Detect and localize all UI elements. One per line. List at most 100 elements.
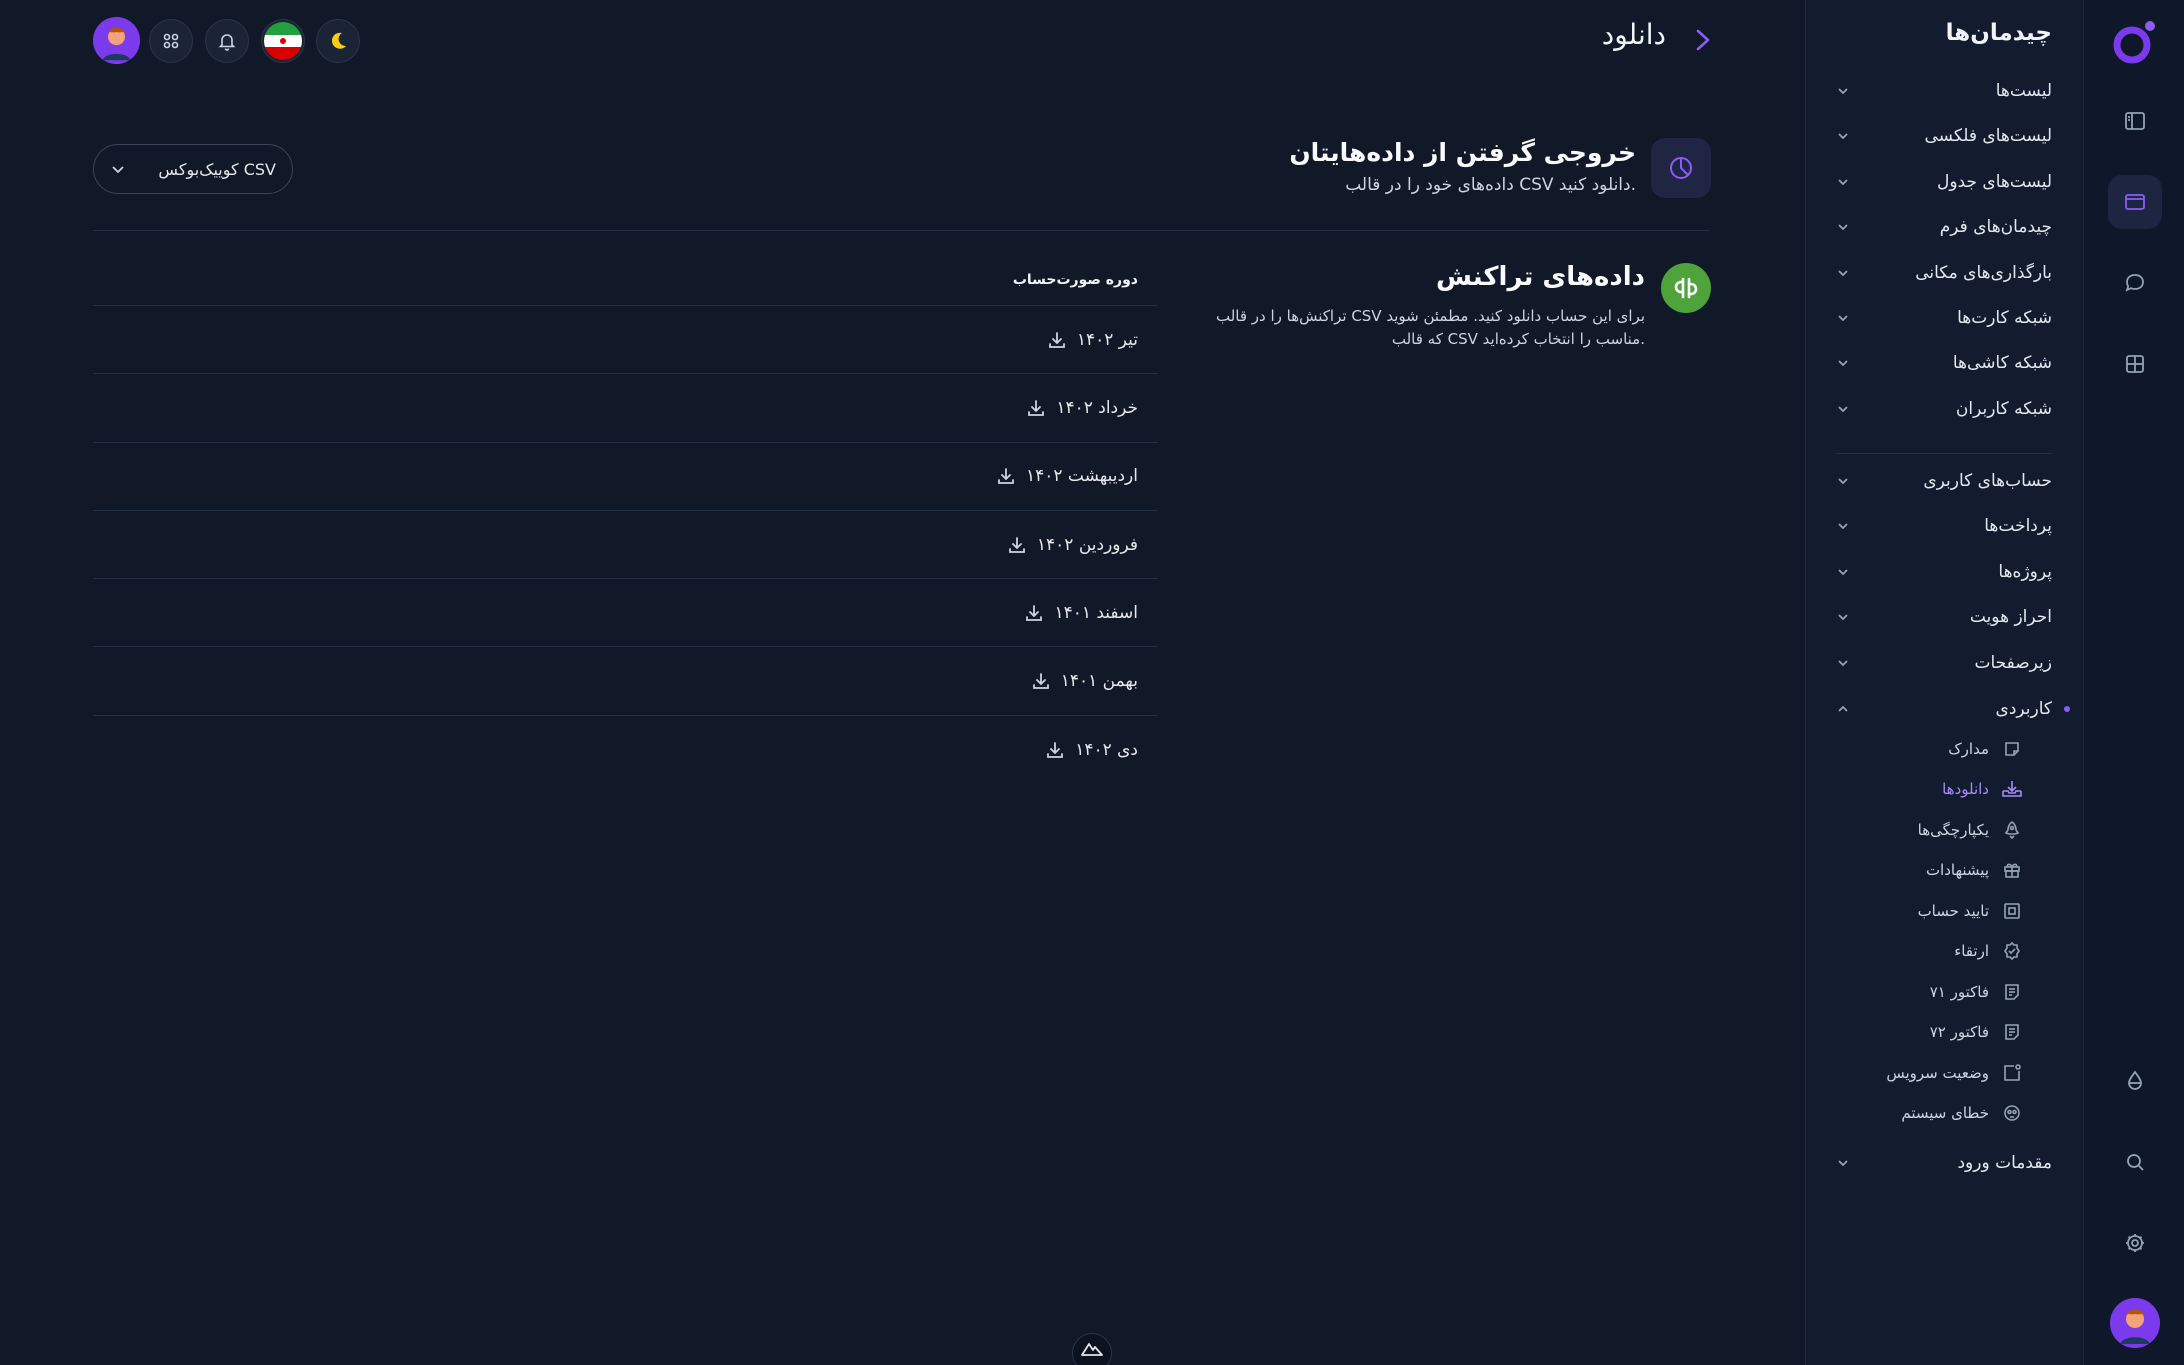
table-row: فروردین ۱۴۰۲	[93, 511, 1158, 580]
export-chart-icon	[1651, 138, 1711, 198]
period-label: بهمن ۱۴۰۱	[1060, 671, 1138, 692]
sidebar-subitem-verify[interactable]: تایید حساب	[1918, 898, 2023, 924]
chat-icon[interactable]	[2108, 256, 2162, 310]
sidebar-subitem-downloads[interactable]: دانلودها	[1942, 776, 2023, 802]
sidebar-toggle-icon[interactable]	[2108, 94, 2162, 148]
chevron-down-icon	[112, 166, 124, 174]
sidebar-item-label: بارگذاری‌های مکانی	[1915, 263, 2052, 283]
download-icon[interactable]	[1045, 740, 1065, 760]
sidebar-item-label: زیرصفحات	[1974, 653, 2052, 673]
sidebar-item-card-grid[interactable]: شبکه کارت‌ها	[1836, 304, 2052, 332]
status-icon	[2001, 1062, 2023, 1084]
sidebar-subitem-upgrade[interactable]: ارتقاء	[1954, 938, 2023, 964]
sidebar-item-label: پروژه‌ها	[1998, 562, 2052, 582]
chevron-down-icon	[1838, 315, 1848, 322]
period-label: اردیبهشت ۱۴۰۲	[1026, 466, 1138, 487]
document-icon	[2001, 738, 2023, 760]
sidebar-item-lists[interactable]: لیست‌ها	[1836, 77, 2052, 105]
user-avatar[interactable]	[2110, 1298, 2160, 1348]
page-title: دانلود	[1601, 18, 1666, 51]
bell-icon	[218, 34, 236, 51]
chevron-down-icon	[1838, 179, 1848, 186]
sidebar-item-flex-lists[interactable]: لیست‌های فلکسی	[1836, 122, 2052, 150]
sidebar-subitem-label: دانلودها	[1942, 780, 1989, 798]
download-tray-icon	[2001, 778, 2023, 800]
sidebar-item-utility[interactable]: کاربردی	[1836, 695, 2052, 723]
sidebar-item-table-lists[interactable]: لیست‌های جدول	[1836, 168, 2052, 196]
period-label: خرداد ۱۴۰۲	[1056, 397, 1138, 418]
table-header-label: دوره صورت‌حساب	[1012, 271, 1138, 288]
language-button[interactable]	[261, 19, 305, 63]
period-label: اسفند ۱۴۰۱	[1054, 602, 1138, 623]
app-logo-icon[interactable]	[2110, 18, 2160, 68]
chevron-down-icon	[1838, 224, 1848, 231]
grid-icon[interactable]	[2108, 337, 2162, 391]
sidebar-item-accounts[interactable]: حساب‌های کاربری	[1836, 467, 2052, 495]
table-row: بهمن ۱۴۰۱	[93, 647, 1158, 716]
sidebar-divider	[1836, 453, 2052, 454]
sidebar-subitem-label: تایید حساب	[1917, 902, 1989, 920]
sidebar-item-login-basics[interactable]: مقدمات ورود	[1836, 1149, 2052, 1177]
sidebar-subitem-label: یکپارچگی‌ها	[1917, 821, 1989, 839]
sidebar-subitem-service-status[interactable]: وضعیت سرویس	[1886, 1060, 2023, 1086]
theme-toggle-button[interactable]	[316, 19, 360, 63]
download-icon[interactable]	[1047, 330, 1067, 350]
sidebar-item-subpages[interactable]: زیرصفحات	[1836, 649, 2052, 677]
apps-grid-icon	[163, 33, 179, 49]
search-icon[interactable]	[2108, 1135, 2162, 1189]
framework-badge-icon[interactable]	[1072, 1333, 1112, 1365]
sidebar-subitem-label: وضعیت سرویس	[1886, 1064, 1989, 1082]
chevron-down-icon	[1838, 270, 1848, 277]
chevron-down-icon	[1838, 88, 1848, 95]
sidebar-subitem-label: مدارک	[1948, 740, 1989, 758]
header-avatar[interactable]	[93, 17, 140, 64]
layouts-icon[interactable]	[2108, 175, 2162, 229]
sidebar-item-label: شبکه کاشی‌ها	[1952, 353, 2052, 373]
gift-icon	[2001, 859, 2023, 881]
sidebar-item-label: چیدمان‌های فرم	[1939, 217, 2052, 237]
section-divider	[93, 230, 1710, 231]
drop-icon[interactable]	[2108, 1054, 2162, 1108]
sidebar-subitem-invoice-71[interactable]: فاکتور ۷۱	[1930, 979, 2023, 1005]
sidebar-item-auth[interactable]: احراز هویت	[1836, 603, 2052, 631]
sidebar-subitem-label: فاکتور ۷۱	[1929, 983, 1989, 1001]
chevron-down-icon	[1838, 360, 1848, 367]
sidebar-subitem-documents[interactable]: مدارک	[1948, 736, 2023, 762]
period-label: تیر ۱۴۰۲	[1076, 329, 1138, 350]
sidebar-item-label: پرداخت‌ها	[1984, 516, 2052, 536]
notifications-button[interactable]	[205, 19, 249, 63]
download-icon[interactable]	[1024, 603, 1044, 623]
sidebar-subitem-label: خطای سیستم	[1901, 1104, 1989, 1122]
download-icon[interactable]	[996, 466, 1016, 486]
chevron-down-icon	[1838, 523, 1848, 530]
badge-check-icon	[2001, 940, 2023, 962]
sidebar-subitem-system-error[interactable]: خطای سیستم	[1901, 1100, 2023, 1126]
chevron-down-icon	[1838, 406, 1848, 413]
sidebar-item-user-grid[interactable]: شبکه کاربران	[1836, 395, 2052, 423]
sidebar-item-spatial-loads[interactable]: بارگذاری‌های مکانی	[1836, 259, 2052, 287]
table-row: تیر ۱۴۰۲	[93, 306, 1158, 375]
chevron-down-icon	[1838, 133, 1848, 140]
download-icon[interactable]	[1026, 398, 1046, 418]
sidebar-item-tile-grid[interactable]: شبکه کاشی‌ها	[1836, 349, 2052, 377]
billing-periods-table: دوره صورت‌حساب تیر ۱۴۰۲ خرداد ۱۴۰۲ اردیب…	[93, 254, 1158, 784]
sidebar-subitem-integrations[interactable]: یکپارچگی‌ها	[1918, 817, 2023, 843]
sidebar-item-label: کاربردی	[1995, 699, 2052, 719]
chevron-down-icon	[1838, 1160, 1848, 1167]
sidebar-item-form-layouts[interactable]: چیدمان‌های فرم	[1836, 213, 2052, 241]
download-icon[interactable]	[1007, 535, 1027, 555]
sidebar-item-projects[interactable]: پروژه‌ها	[1836, 558, 2052, 586]
sidebar-title: چیدمان‌ها	[1945, 20, 2052, 46]
apps-button[interactable]	[149, 19, 193, 63]
download-icon[interactable]	[1031, 671, 1051, 691]
table-header: دوره صورت‌حساب	[93, 254, 1158, 306]
sidebar-subitem-invoice-72[interactable]: فاکتور ۷۲	[1930, 1019, 2023, 1045]
sidebar-subitem-offers[interactable]: پیشنهادات	[1926, 857, 2023, 883]
format-select[interactable]: کوییک‌بوکس CSV	[93, 144, 293, 194]
chevron-down-icon	[1838, 660, 1848, 667]
gear-icon[interactable]	[2108, 1216, 2162, 1270]
back-arrow-icon[interactable]	[1690, 26, 1716, 54]
verify-box-icon	[2001, 900, 2023, 922]
sidebar-item-label: مقدمات ورود	[1957, 1153, 2052, 1173]
sidebar-item-payments[interactable]: پرداخت‌ها	[1836, 512, 2052, 540]
